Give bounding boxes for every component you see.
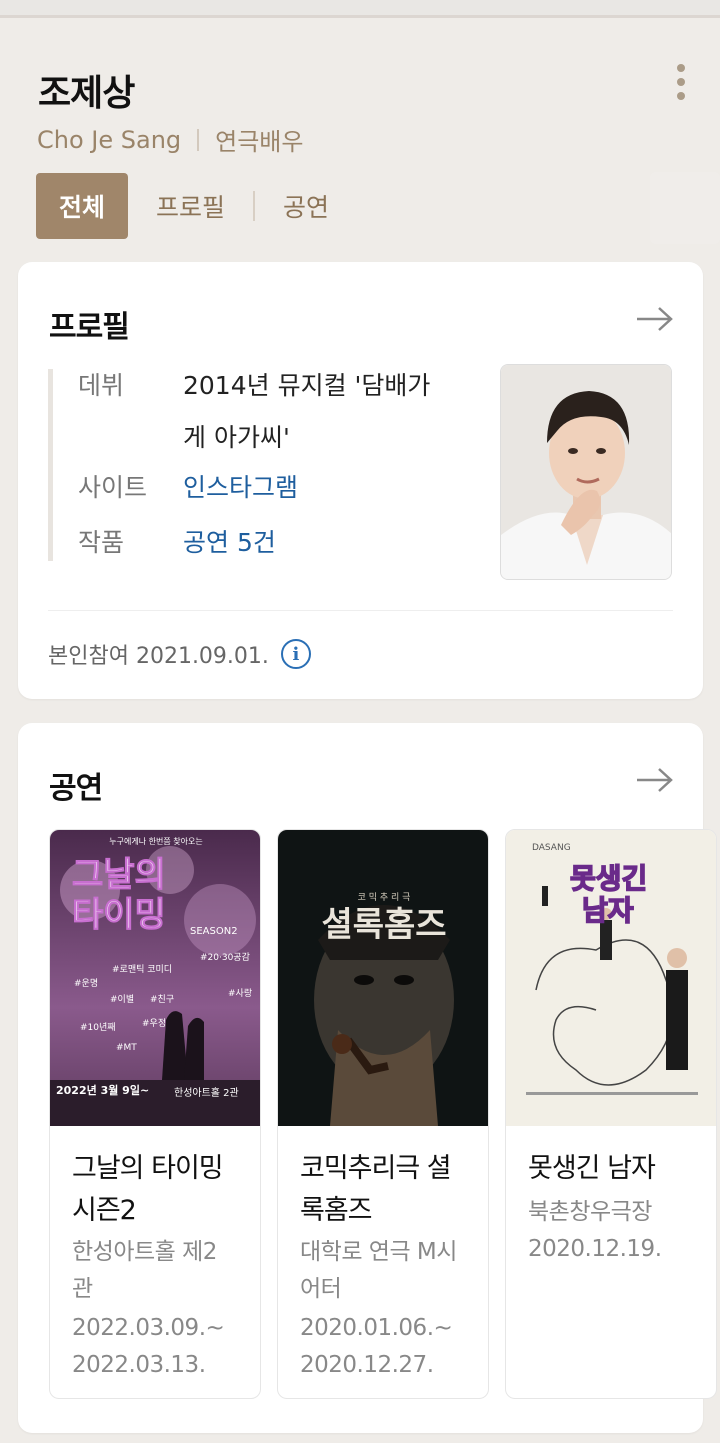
- tab-performances[interactable]: 공연: [255, 188, 357, 224]
- date-line: 2022.03.09.~: [72, 1315, 225, 1341]
- poster-kicker: 코 믹 추 리 극: [358, 891, 411, 903]
- poster-tag: #MT: [116, 1043, 137, 1053]
- performance-title: 그날의 타이밍 시즌2: [72, 1148, 252, 1232]
- instagram-link[interactable]: 인스타그램: [183, 462, 453, 514]
- venue-line: 관: [72, 1276, 93, 1302]
- performances-title: 공연: [49, 771, 103, 806]
- performance-item[interactable]: 코 믹 추 리 극 셜록홈즈 코믹추리극 셜 록홈즈 대학로 연극 M시 어터 …: [277, 829, 489, 1399]
- title-line: 그날의 타이밍: [72, 1153, 224, 1184]
- poster-tag: #우정: [142, 1018, 166, 1029]
- poster-season: SEASON2: [190, 926, 238, 937]
- tab-profile[interactable]: 프로필: [128, 188, 253, 224]
- poster-timing: 누구에게나 한번쯤 찾아오는 그날의 타이밍 SEASON2 #로맨틱 코미디 …: [50, 830, 260, 1126]
- date-line: 2020.12.19.: [528, 1236, 662, 1262]
- profile-row-debut: 데뷔 2014년 뮤지컬 '담배가 게 아가씨': [78, 360, 453, 464]
- row-value-line: 2014년 뮤지컬 '담배가: [183, 371, 431, 400]
- performance-venue: 북촌창우극장: [528, 1194, 708, 1231]
- poster-tag: #20·30공감: [200, 951, 250, 963]
- works-link[interactable]: 공연 5건: [183, 517, 453, 569]
- performance-item[interactable]: DASANG 못생긴 남자 못생긴 남자 북촌창우극장 2020.12.19.: [505, 829, 717, 1399]
- poster-tag: #이별: [110, 994, 134, 1005]
- note-text: 본인참여 2021.09.01.: [48, 644, 269, 669]
- poster-tagline: 누구에게나 한번쯤 찾아오는: [109, 836, 202, 846]
- performance-venue: 한성아트홀 제2 관: [72, 1234, 252, 1308]
- title-line: 록홈즈: [300, 1195, 373, 1226]
- title-line: 시즌2: [72, 1195, 137, 1226]
- info-icon[interactable]: i: [280, 639, 311, 669]
- poster-headline: 남자: [582, 894, 634, 927]
- poster-headline: 못생긴: [570, 862, 647, 895]
- poster-tag: #로맨틱 코미디: [112, 963, 172, 975]
- performance-title: 코믹추리극 셜 록홈즈: [300, 1148, 480, 1232]
- venue-line: 어터: [300, 1276, 342, 1302]
- profile-title: 프로필: [49, 310, 130, 345]
- performance-dates: 2022.03.09.~ 2022.03.13.: [72, 1310, 252, 1384]
- profile-accent-bar: [48, 369, 53, 561]
- profile-photo[interactable]: [500, 364, 672, 580]
- divider: [197, 128, 200, 151]
- row-key: 작품: [78, 528, 125, 557]
- title-line: 못생긴 남자: [528, 1153, 656, 1184]
- poster-headline: 그날의: [72, 855, 166, 895]
- poster-ugly-man: DASANG 못생긴 남자: [506, 830, 716, 1126]
- venue-line: 북촌창우극장: [528, 1199, 652, 1225]
- arrow-right-icon[interactable]: [635, 767, 675, 793]
- arrow-right-icon[interactable]: [635, 306, 675, 332]
- subtitle: Cho Je Sang 연극배우: [37, 122, 303, 157]
- poster-date: 2022년 3월 9일~: [56, 1083, 149, 1097]
- date-line: 2020.01.06.~: [300, 1315, 453, 1341]
- status-band: [0, 0, 720, 18]
- venue-line: 한성아트홀 제2: [72, 1239, 217, 1265]
- poster-sherlock: 코 믹 추 리 극 셜록홈즈: [278, 830, 488, 1126]
- page-title: 조제상: [38, 73, 135, 114]
- poster-brand: DASANG: [532, 843, 571, 853]
- profile-row-works: 작품 공연 5건: [78, 517, 453, 569]
- poster-headline: 타이밍: [72, 895, 166, 935]
- row-value-line: 게 아가씨': [183, 423, 290, 452]
- performance-dates: 2020.01.06.~ 2020.12.27.: [300, 1310, 480, 1384]
- row-value: 2014년 뮤지컬 '담배가 게 아가씨': [183, 360, 453, 464]
- performances-card: 공연 누구에게나 한번쯤 찾아오는 그날의 타이밍 SEASON2 #로맨틱 코…: [18, 723, 717, 1433]
- profile-row-site: 사이트 인스타그램: [78, 462, 453, 514]
- more-vertical-icon[interactable]: [668, 60, 694, 104]
- performance-dates: 2020.12.19.: [528, 1231, 708, 1268]
- row-key: 사이트: [78, 473, 148, 502]
- verified-note: 본인참여 2021.09.01. i: [48, 638, 311, 670]
- entity-header: 조제상 Cho Je Sang 연극배우 전체 프로필 공연: [0, 22, 720, 262]
- poster-tag: #운명: [74, 978, 98, 989]
- poster-tag: #10년째: [80, 1022, 116, 1033]
- name-en: Cho Je Sang: [37, 125, 182, 154]
- performance-item[interactable]: 누구에게나 한번쯤 찾아오는 그날의 타이밍 SEASON2 #로맨틱 코미디 …: [49, 829, 261, 1399]
- date-line: 2020.12.27.: [300, 1352, 434, 1378]
- date-line: 2022.03.13.: [72, 1352, 206, 1378]
- poster-tag: #사랑: [228, 987, 252, 999]
- poster-place: 한성아트홀 2관: [174, 1086, 239, 1099]
- faded-overlay-button: [650, 172, 720, 244]
- performance-title: 못생긴 남자: [528, 1148, 708, 1190]
- tab-bar: 전체 프로필 공연: [36, 173, 357, 239]
- poster-headline: 셜록홈즈: [321, 905, 446, 945]
- divider: [48, 610, 673, 611]
- poster-tag: #친구: [150, 994, 174, 1005]
- title-line: 코믹추리극 셜: [300, 1153, 452, 1184]
- tab-all[interactable]: 전체: [36, 173, 128, 239]
- profile-card: 프로필 데뷔 2014년 뮤지컬 '담배가 게 아가씨' 사이트 인스타그램 작…: [18, 262, 703, 699]
- performance-venue: 대학로 연극 M시 어터: [300, 1234, 480, 1308]
- row-key: 데뷔: [78, 371, 125, 400]
- venue-line: 대학로 연극 M시: [300, 1239, 457, 1265]
- role: 연극배우: [215, 128, 304, 156]
